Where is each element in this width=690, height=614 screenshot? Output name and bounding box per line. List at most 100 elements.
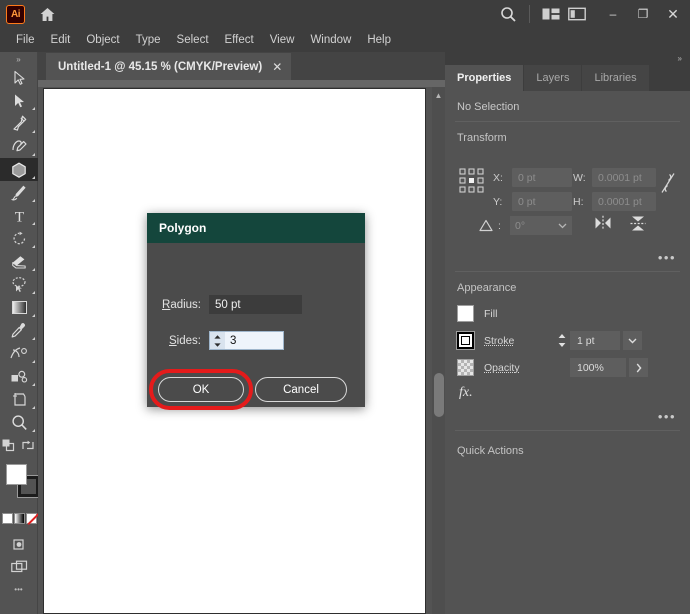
stroke-color-swatch[interactable] — [457, 332, 474, 349]
gradient-tool[interactable] — [0, 296, 38, 319]
chevron-down-icon — [558, 223, 567, 229]
h-label: H: — [573, 196, 587, 208]
type-tool[interactable]: T — [0, 204, 38, 227]
arrange-documents-icon[interactable] — [538, 1, 564, 27]
reference-point-icon[interactable] — [459, 168, 485, 194]
selection-tool[interactable] — [0, 66, 38, 89]
home-icon[interactable] — [37, 4, 57, 24]
polygon-dialog-body: Radius: 50 pt Sides: 3 OK Cancel — [147, 243, 365, 407]
symbol-sprayer-tool[interactable] — [0, 365, 38, 388]
fill-swatch[interactable] — [6, 464, 27, 485]
constrain-proportions-icon[interactable] — [660, 172, 676, 199]
none-swatch[interactable] — [26, 513, 37, 524]
cancel-button[interactable]: Cancel — [255, 377, 347, 402]
fx-button[interactable]: fx. — [445, 381, 690, 409]
maximize-button[interactable]: ❐ — [628, 3, 658, 25]
sides-stepper-icon[interactable] — [210, 332, 225, 349]
menu-select[interactable]: Select — [169, 31, 217, 49]
menu-type[interactable]: Type — [128, 31, 169, 49]
opacity-value[interactable]: 100% — [570, 358, 626, 377]
flip-vertical-icon[interactable] — [629, 214, 647, 232]
opacity-control[interactable]: 100% — [570, 358, 648, 377]
tool-flyout-indicator — [32, 176, 35, 179]
stepper-arrows-icon[interactable] — [556, 333, 567, 348]
document-tab-close-icon[interactable]: ✕ — [272, 60, 282, 74]
transform-y-row: Y: 0 pt — [493, 192, 572, 211]
toolbar-more-icon[interactable]: ••• — [0, 582, 37, 596]
angle-select[interactable]: 0° — [510, 216, 572, 235]
color-swatch[interactable] — [2, 513, 13, 524]
flip-horizontal-icon[interactable] — [593, 215, 613, 231]
tab-properties[interactable]: Properties — [445, 65, 524, 91]
x-label: X: — [493, 172, 507, 184]
menu-object[interactable]: Object — [78, 31, 127, 49]
workspace-switcher-icon[interactable] — [564, 1, 590, 27]
flip-controls — [593, 214, 647, 232]
shape-tool-polygon[interactable] — [0, 158, 38, 181]
close-button[interactable]: ✕ — [658, 3, 688, 25]
x-input[interactable]: 0 pt — [512, 168, 572, 187]
scroll-up-icon[interactable]: ▲ — [432, 89, 445, 101]
illustrator-window: Ai – ❐ ✕ File Edit Object Type — [0, 0, 690, 614]
transform-w-row: W: 0.0001 pt — [573, 168, 656, 187]
sides-value[interactable]: 3 — [225, 335, 283, 347]
minimize-button[interactable]: – — [598, 3, 628, 25]
tab-layers[interactable]: Layers — [524, 65, 582, 91]
document-tab[interactable]: Untitled-1 @ 45.15 % (CMYK/Preview) ✕ — [46, 53, 291, 80]
stroke-label[interactable]: Stroke — [484, 335, 546, 347]
stroke-weight-stepper[interactable]: 1 pt — [556, 331, 642, 350]
scrollbar-thumb[interactable] — [434, 373, 444, 417]
menu-help[interactable]: Help — [359, 31, 399, 49]
blend-tool[interactable] — [0, 342, 38, 365]
menu-file[interactable]: File — [8, 31, 43, 49]
stroke-weight-value[interactable]: 1 pt — [570, 331, 620, 350]
opacity-swatch[interactable] — [457, 359, 474, 376]
drawing-mode-icon[interactable] — [0, 532, 38, 555]
y-input[interactable]: 0 pt — [512, 192, 572, 211]
direct-selection-tool[interactable] — [0, 89, 38, 112]
gradient-swatch[interactable] — [14, 513, 25, 524]
panel-collapse-icon[interactable]: » — [445, 52, 690, 65]
angle-icon — [479, 219, 493, 232]
opacity-options-chevron-icon[interactable] — [629, 358, 648, 377]
sides-input-group[interactable]: 3 — [209, 331, 284, 350]
menu-edit[interactable]: Edit — [43, 31, 79, 49]
canvas-top-strip — [38, 80, 445, 87]
transform-h-row: H: 0.0001 pt — [573, 192, 656, 211]
fill-stroke-swatches[interactable] — [0, 458, 38, 508]
radius-label: Radius: — [162, 299, 201, 311]
canvas-vertical-scrollbar[interactable]: ▲ — [432, 87, 445, 614]
opacity-label[interactable]: Opacity — [484, 362, 546, 374]
menu-effect[interactable]: Effect — [217, 31, 262, 49]
height-input[interactable]: 0.0001 pt — [592, 192, 656, 211]
rotate-tool[interactable] — [0, 227, 38, 250]
ok-highlight-annotation — [149, 369, 253, 410]
radius-input[interactable]: 50 pt — [209, 295, 302, 314]
zoom-tool[interactable] — [0, 411, 38, 434]
width-input[interactable]: 0.0001 pt — [592, 168, 656, 187]
lasso-tool[interactable] — [0, 273, 38, 296]
screen-mode-icon[interactable] — [0, 555, 38, 578]
artboard-tool[interactable] — [0, 388, 38, 411]
eyedropper-tool[interactable] — [0, 319, 38, 342]
curvature-tool[interactable] — [0, 135, 38, 158]
default-fill-stroke-icon[interactable] — [2, 439, 15, 452]
tool-flyout-indicator — [32, 245, 35, 248]
transform-more-icon[interactable]: ••• — [445, 250, 690, 265]
fill-color-swatch[interactable] — [457, 305, 474, 322]
stroke-options-chevron-icon[interactable] — [623, 331, 642, 350]
tab-libraries[interactable]: Libraries — [582, 65, 649, 91]
properties-panel: » Properties Layers Libraries No Selecti… — [445, 52, 690, 614]
appearance-more-icon[interactable]: ••• — [445, 409, 690, 424]
quick-actions-title: Quick Actions — [445, 431, 690, 463]
transform-angle-row: : 0° — [479, 216, 572, 235]
paintbrush-tool[interactable] — [0, 181, 38, 204]
eraser-tool[interactable] — [0, 250, 38, 273]
toolbar-collapse-icon[interactable]: » — [0, 52, 37, 66]
transform-section: X: 0 pt Y: 0 pt W: 0.0001 pt H: 0.0001 p… — [445, 150, 690, 250]
menu-view[interactable]: View — [262, 31, 303, 49]
swap-fill-stroke-icon[interactable] — [21, 439, 35, 452]
search-icon[interactable] — [495, 1, 521, 27]
menu-window[interactable]: Window — [302, 31, 359, 49]
pen-tool[interactable] — [0, 112, 38, 135]
